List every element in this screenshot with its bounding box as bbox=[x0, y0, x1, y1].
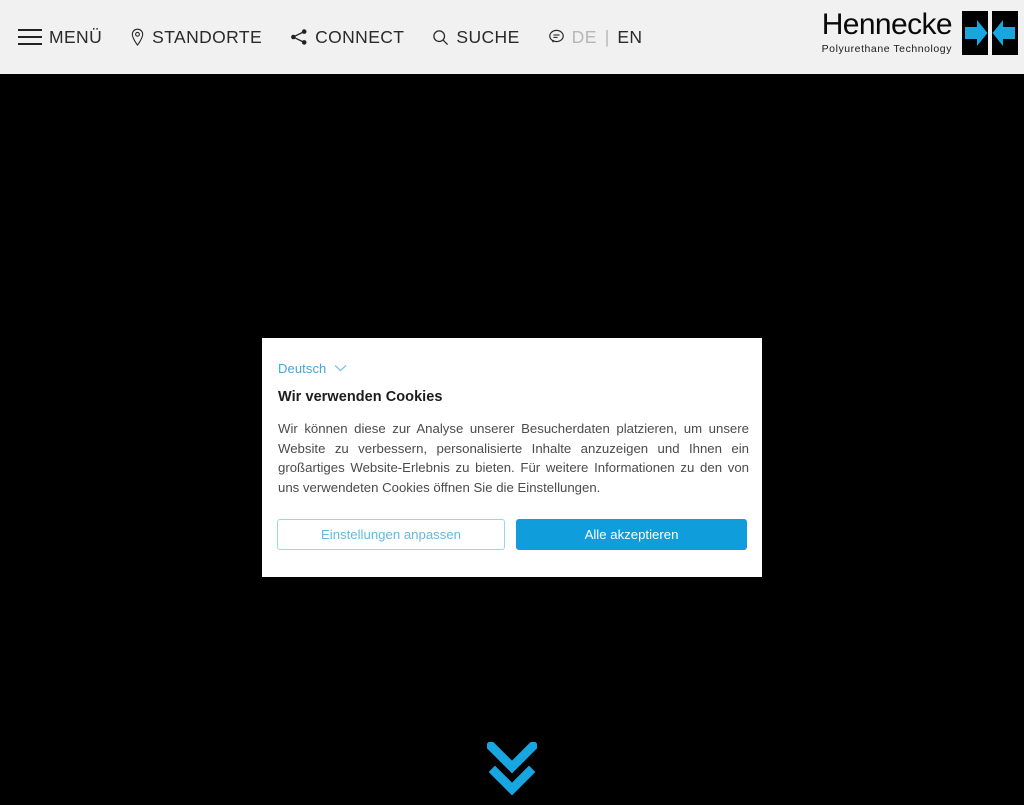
language-switcher[interactable]: DE | EN bbox=[548, 27, 643, 48]
chevron-down-icon bbox=[334, 359, 347, 377]
cookie-dialog-body-text: Wir können diese zur Analyse unserer Bes… bbox=[278, 421, 749, 495]
nav-label-suche: SUCHE bbox=[456, 26, 520, 47]
hamburger-menu-icon bbox=[18, 29, 42, 45]
share-icon bbox=[290, 28, 308, 46]
site-header: MENÜ STANDORTE CONNECT SUCHE DE | EN Hen… bbox=[0, 0, 1024, 74]
hennecke-converging-arrows-icon bbox=[962, 11, 1018, 60]
language-separator: | bbox=[604, 26, 610, 47]
nav-item-suche[interactable]: SUCHE bbox=[432, 27, 519, 48]
nav-item-standorte[interactable]: STANDORTE bbox=[130, 27, 262, 48]
cookie-language-label: Deutsch bbox=[278, 360, 327, 376]
nav-item-connect[interactable]: CONNECT bbox=[290, 27, 404, 48]
logo-wordmark: Hennecke bbox=[821, 8, 953, 41]
map-pin-icon bbox=[130, 28, 145, 47]
logo-tagline: Polyurethane Technology bbox=[821, 43, 952, 55]
customize-settings-button[interactable]: Einstellungen anpassen bbox=[277, 519, 505, 550]
cookie-dialog-title: Wir verwenden Cookies bbox=[278, 389, 443, 405]
search-icon bbox=[432, 29, 449, 46]
cookie-language-select[interactable]: Deutsch bbox=[278, 359, 347, 377]
site-logo[interactable]: Hennecke Polyurethane Technology bbox=[822, 9, 1018, 60]
double-chevron-down-icon[interactable] bbox=[484, 739, 540, 800]
nav-label-connect: CONNECT bbox=[315, 26, 405, 47]
primary-navigation: MENÜ STANDORTE CONNECT SUCHE DE | EN bbox=[0, 0, 642, 74]
cookie-dialog-actions: Einstellungen anpassen Alle akzeptieren bbox=[277, 519, 747, 550]
nav-label-menu: MENÜ bbox=[49, 26, 103, 47]
accept-all-button[interactable]: Alle akzeptieren bbox=[516, 519, 747, 550]
language-option-en[interactable]: EN bbox=[617, 27, 642, 48]
hero-section: Deutsch Wir verwenden Cookies Wir können… bbox=[0, 74, 1024, 796]
nav-item-menu[interactable]: MENÜ bbox=[18, 27, 102, 48]
speech-bubble-icon bbox=[548, 29, 565, 45]
nav-label-standorte: STANDORTE bbox=[152, 26, 263, 47]
logo-text-block: Hennecke Polyurethane Technology bbox=[821, 8, 953, 55]
language-option-de[interactable]: DE bbox=[572, 27, 597, 48]
